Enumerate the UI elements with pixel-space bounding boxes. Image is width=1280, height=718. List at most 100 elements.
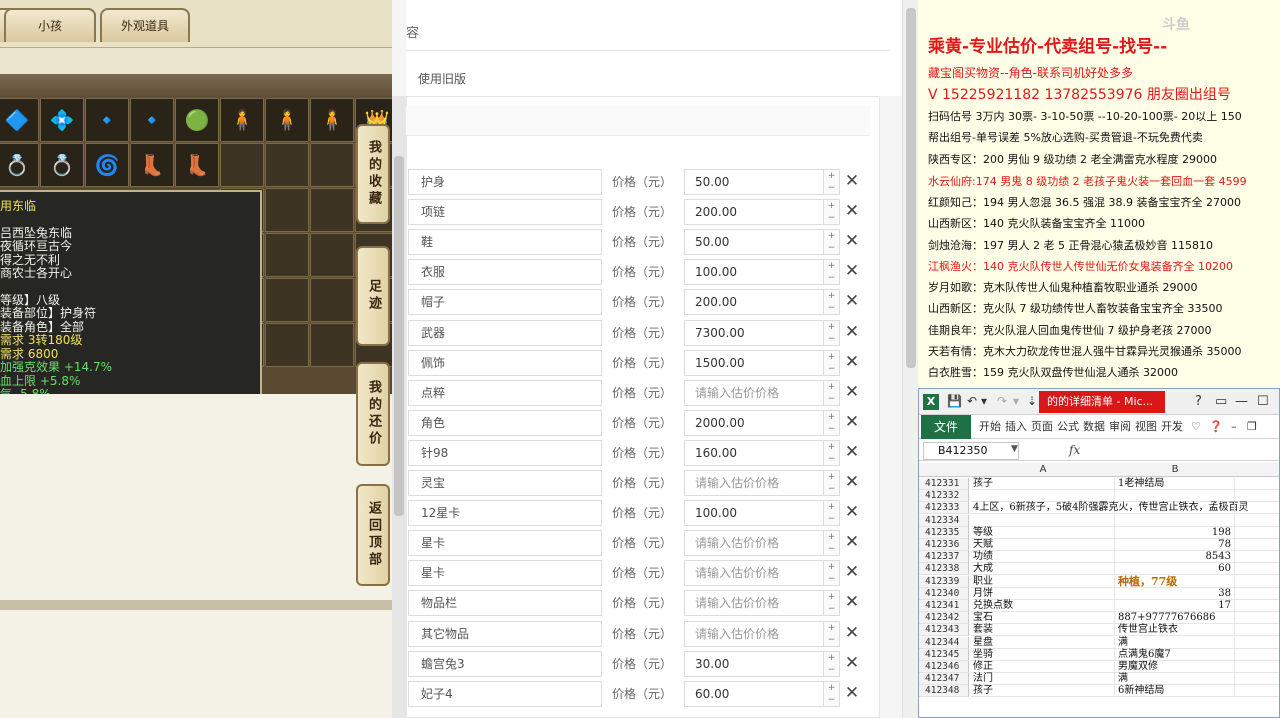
inventory-slot[interactable] <box>310 323 354 367</box>
quantity-stepper[interactable]: + − <box>824 229 840 256</box>
item-name-field[interactable]: 星卡 <box>408 560 602 587</box>
close-icon[interactable]: ✕ <box>844 231 860 251</box>
column-header-a[interactable]: A <box>971 463 1115 477</box>
row-number[interactable]: 412341 <box>919 600 969 612</box>
decrement-icon[interactable]: − <box>824 182 839 194</box>
item-name-field[interactable]: 项链 <box>408 199 602 226</box>
item-name-field[interactable]: 点粹 <box>408 379 602 406</box>
increment-icon[interactable]: + <box>824 531 839 543</box>
inventory-slot[interactable] <box>265 278 309 322</box>
quantity-stepper[interactable]: + − <box>824 650 840 677</box>
price-input[interactable]: 160.00 <box>684 439 824 466</box>
cell-c[interactable] <box>1235 661 1279 673</box>
decrement-icon[interactable]: − <box>824 212 839 224</box>
cell-c[interactable] <box>1235 478 1279 490</box>
scroll-thumb[interactable] <box>394 156 404 516</box>
ribbon-display-icon[interactable]: ▭ <box>1215 394 1227 409</box>
cell-a[interactable]: 兑换点数 <box>971 600 1115 612</box>
cell-c[interactable] <box>1235 649 1279 661</box>
cell-c[interactable] <box>1235 588 1279 600</box>
inventory-slot[interactable]: 🔷 <box>0 98 39 142</box>
cell-c[interactable] <box>1235 600 1279 612</box>
cell-a[interactable]: 功绩 <box>971 551 1115 564</box>
quantity-stepper[interactable]: + − <box>824 620 840 647</box>
decrement-icon[interactable]: − <box>824 363 839 375</box>
close-icon[interactable]: ✕ <box>844 412 860 432</box>
inventory-slot[interactable]: 🌀 <box>85 143 129 187</box>
quantity-stepper[interactable]: + − <box>824 319 840 346</box>
cell-b[interactable]: 男魔双修 <box>1115 661 1235 673</box>
cell-a[interactable]: 天赋 <box>971 539 1115 551</box>
cell-a[interactable]: 星盘 <box>971 636 1115 649</box>
row-number[interactable]: 412338 <box>919 563 969 576</box>
row-number[interactable]: 412333 <box>919 502 969 515</box>
inventory-slot[interactable]: 🧍 <box>310 98 354 142</box>
decrement-icon[interactable]: − <box>824 333 839 345</box>
inventory-slot[interactable]: 💍 <box>40 143 84 187</box>
close-icon[interactable]: ✕ <box>844 653 860 673</box>
cell-a[interactable]: 法门 <box>971 673 1115 686</box>
row-number[interactable]: 412334 <box>919 514 969 527</box>
decrement-icon[interactable]: − <box>824 513 839 525</box>
price-input[interactable]: 100.00 <box>684 259 824 286</box>
cell-a[interactable]: 孩子 <box>971 685 1115 698</box>
price-input[interactable]: 请输入估价价格 <box>684 470 824 496</box>
inventory-slot[interactable] <box>265 233 309 277</box>
quantity-stepper[interactable]: + − <box>824 590 840 617</box>
item-name-field[interactable]: 帽子 <box>408 289 602 316</box>
row-number[interactable]: 412332 <box>919 490 969 503</box>
close-icon[interactable]: ✕ <box>844 201 860 221</box>
quantity-stepper[interactable]: + − <box>824 259 840 286</box>
quantity-stepper[interactable]: + − <box>824 439 840 466</box>
cell-c[interactable] <box>1235 539 1279 551</box>
close-icon[interactable]: ✕ <box>844 322 860 342</box>
scroll-thumb[interactable] <box>906 8 916 368</box>
item-name-field[interactable]: 灵宝 <box>408 470 602 496</box>
close-icon[interactable]: ✕ <box>844 291 860 311</box>
cell-b[interactable]: 满 <box>1115 636 1235 649</box>
increment-icon[interactable]: + <box>824 471 839 483</box>
cell-a[interactable] <box>971 514 1115 527</box>
close-icon[interactable]: ✕ <box>844 683 860 703</box>
cell-a[interactable]: 套装 <box>971 624 1115 637</box>
increment-icon[interactable]: + <box>824 411 839 423</box>
cell-c[interactable] <box>1235 490 1279 503</box>
inventory-slot[interactable] <box>265 188 309 232</box>
cell-b[interactable] <box>1115 514 1235 527</box>
cell-a[interactable] <box>971 490 1115 503</box>
ribbon-tab[interactable]: 插入 <box>1005 415 1027 439</box>
inventory-slot[interactable]: 💍 <box>0 143 39 187</box>
price-input[interactable]: 100.00 <box>684 500 824 527</box>
help-icon[interactable]: ? <box>1195 394 1202 409</box>
quantity-stepper[interactable]: + − <box>824 500 840 527</box>
cell-c[interactable] <box>1235 612 1279 625</box>
fx-icon[interactable]: fx <box>1069 443 1080 457</box>
save-icon[interactable]: 💾 <box>947 394 962 408</box>
price-input[interactable]: 请输入估价价格 <box>684 530 824 557</box>
row-number[interactable]: 412335 <box>919 526 969 539</box>
close-icon[interactable]: ✕ <box>844 502 860 522</box>
price-input[interactable]: 请输入估价价格 <box>684 379 824 406</box>
row-number[interactable]: 412348 <box>919 685 969 698</box>
dropdown-icon[interactable]: ▾ <box>1013 394 1019 408</box>
row-number[interactable]: 412340 <box>919 587 969 600</box>
name-box[interactable]: B412350 <box>923 442 1019 460</box>
increment-icon[interactable]: + <box>824 441 839 453</box>
row-number[interactable]: 412346 <box>919 661 969 673</box>
decrement-icon[interactable]: − <box>824 573 839 585</box>
item-name-field[interactable]: 蟾宫兔3 <box>408 650 602 677</box>
close-icon[interactable]: ✕ <box>844 532 860 552</box>
ribbon-tab[interactable]: 数据 <box>1083 415 1105 439</box>
inventory-slot[interactable] <box>220 143 264 187</box>
item-name-field[interactable]: 武器 <box>408 319 602 346</box>
close-icon[interactable]: ✕ <box>844 261 860 281</box>
cell-c[interactable] <box>1235 637 1279 649</box>
increment-icon[interactable]: + <box>824 321 839 333</box>
price-input[interactable]: 请输入估价价格 <box>684 560 824 587</box>
cell-a[interactable]: 坐骑 <box>971 648 1115 661</box>
increment-icon[interactable]: + <box>824 561 839 573</box>
close-icon[interactable]: ✕ <box>844 562 860 582</box>
decrement-icon[interactable]: − <box>824 483 839 495</box>
item-name-field[interactable]: 鞋 <box>408 229 602 256</box>
quantity-stepper[interactable]: + − <box>824 560 840 587</box>
